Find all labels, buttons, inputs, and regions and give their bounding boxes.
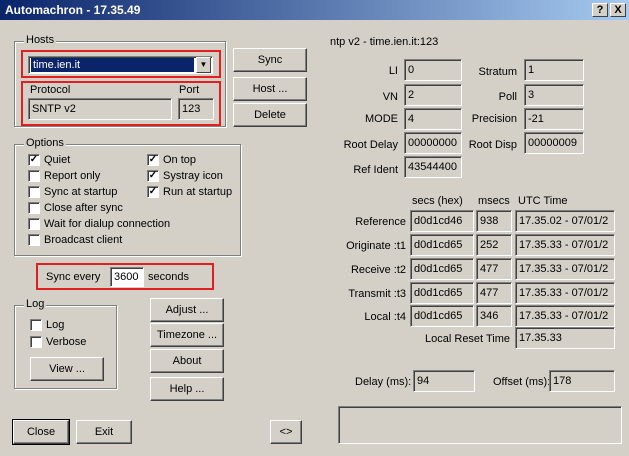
timestamp-utc-field: 17.35.33 - 07/01/2 bbox=[515, 282, 615, 304]
option-checkbox-label: Broadcast client bbox=[44, 234, 123, 246]
root-disp-field: 00000009 bbox=[524, 132, 584, 154]
timestamp-row-label: Reference bbox=[355, 216, 406, 228]
toggle-panel-button[interactable]: <> bbox=[270, 420, 302, 444]
mode-field: 4 bbox=[404, 108, 462, 130]
timestamp-utc-field: 17.35.02 - 07/01/2 bbox=[515, 210, 615, 232]
timestamp-row-label: Originate :t1 bbox=[346, 240, 406, 252]
timestamp-msecs-field: 938 bbox=[476, 210, 512, 232]
root-disp-label: Root Disp bbox=[468, 139, 517, 151]
ref-ident-field: 43544400 bbox=[404, 156, 462, 178]
precision-field: -21 bbox=[524, 108, 584, 130]
msecs-column-header: msecs bbox=[478, 195, 510, 207]
option-checkbox[interactable] bbox=[28, 186, 40, 198]
timestamp-utc-field: 17.35.33 - 07/01/2 bbox=[515, 258, 615, 280]
option-checkbox[interactable]: ✓ bbox=[147, 186, 159, 198]
timestamp-secs-field: d0d1cd65 bbox=[410, 234, 474, 256]
option-checkbox-label: Report only bbox=[44, 170, 101, 182]
option-checkbox-label: Systray icon bbox=[163, 170, 223, 182]
timestamp-msecs-field: 477 bbox=[476, 282, 512, 304]
option-checkbox-label: Run at startup bbox=[163, 186, 233, 198]
secs-column-header: secs (hex) bbox=[412, 195, 463, 207]
poll-field: 3 bbox=[524, 84, 584, 106]
root-delay-field: 00000000 bbox=[404, 132, 462, 154]
vn-field: 2 bbox=[404, 84, 462, 106]
option-checkbox[interactable]: ✓ bbox=[147, 170, 159, 182]
poll-label: Poll bbox=[498, 91, 517, 103]
stratum-label: Stratum bbox=[478, 66, 517, 78]
host-select[interactable]: time.ien.it ▼ bbox=[28, 56, 213, 74]
sync-every-label: Sync every bbox=[46, 271, 101, 283]
utc-column-header: UTC Time bbox=[518, 195, 568, 207]
timestamp-row-label: Local :t4 bbox=[364, 311, 406, 323]
timestamp-utc-field: 17.35.33 - 07/01/2 bbox=[515, 305, 615, 327]
vn-label: VN bbox=[382, 91, 398, 103]
help-button[interactable]: Help ... bbox=[150, 377, 224, 401]
option-checkbox-label: Close after sync bbox=[44, 202, 123, 214]
option-checkbox[interactable]: ✓ bbox=[28, 154, 40, 166]
timestamp-msecs-field: 346 bbox=[476, 305, 512, 327]
options-group-label: Options bbox=[24, 137, 66, 149]
option-checkbox-label: Sync at startup bbox=[44, 186, 118, 198]
timestamp-secs-field: d0d1cd46 bbox=[410, 210, 474, 232]
option-checkbox[interactable] bbox=[28, 218, 40, 230]
log-group-label: Log bbox=[24, 298, 47, 310]
verbose-checkbox-label: Verbose bbox=[46, 336, 87, 348]
option-checkbox[interactable] bbox=[28, 170, 40, 182]
about-button[interactable]: About bbox=[150, 349, 224, 373]
timestamp-msecs-field: 252 bbox=[476, 234, 512, 256]
exit-button[interactable]: Exit bbox=[76, 420, 132, 444]
adjust-button[interactable]: Adjust ... bbox=[150, 298, 224, 322]
mode-label: MODE bbox=[365, 113, 398, 125]
timestamp-msecs-field: 477 bbox=[476, 258, 512, 280]
verbose-checkbox[interactable] bbox=[30, 336, 42, 348]
option-checkbox[interactable] bbox=[28, 202, 40, 214]
timestamp-utc-field: 17.35.33 - 07/01/2 bbox=[515, 234, 615, 256]
ntp-header: ntp v2 - time.ien.it:123 bbox=[330, 36, 439, 48]
ref-ident-label: Ref Ident bbox=[353, 164, 398, 176]
option-checkbox[interactable]: ✓ bbox=[147, 154, 159, 166]
status-panel bbox=[338, 406, 622, 444]
offset-field: 178 bbox=[549, 370, 615, 392]
li-field: 0 bbox=[404, 59, 462, 81]
protocol-field: SNTP v2 bbox=[28, 98, 172, 120]
stratum-field: 1 bbox=[524, 59, 584, 81]
timestamp-row-label: Transmit :t3 bbox=[348, 288, 406, 300]
port-field: 123 bbox=[178, 98, 214, 120]
sync-every-unit: seconds bbox=[148, 271, 189, 283]
port-label: Port bbox=[179, 84, 200, 96]
delete-button[interactable]: Delete bbox=[233, 103, 307, 127]
offset-label: Offset (ms): bbox=[493, 376, 551, 388]
timestamp-row-label: Receive :t2 bbox=[350, 264, 406, 276]
local-reset-field: 17.35.33 bbox=[515, 327, 615, 349]
title-bar: Automachron - 17.35.49 ? X bbox=[0, 0, 629, 20]
hosts-group-label: Hosts bbox=[24, 34, 57, 46]
timezone-button[interactable]: Timezone ... bbox=[150, 323, 224, 347]
chevron-down-icon[interactable]: ▼ bbox=[196, 57, 211, 73]
option-checkbox-label: Wait for dialup connection bbox=[44, 218, 171, 230]
close-button[interactable]: Close bbox=[12, 419, 70, 445]
view-log-button[interactable]: View ... bbox=[30, 357, 104, 381]
protocol-label: Protocol bbox=[30, 84, 71, 96]
close-title-button[interactable]: X bbox=[610, 3, 626, 17]
timestamp-secs-field: d0d1cd65 bbox=[410, 258, 474, 280]
delay-field: 94 bbox=[413, 370, 475, 392]
timestamp-secs-field: d0d1cd65 bbox=[410, 305, 474, 327]
timestamp-secs-field: d0d1cd65 bbox=[410, 282, 474, 304]
local-reset-label: Local Reset Time bbox=[425, 333, 510, 345]
sync-button[interactable]: Sync bbox=[233, 48, 307, 72]
precision-label: Precision bbox=[471, 113, 517, 125]
log-checkbox-label: Log bbox=[46, 319, 65, 331]
window-title: Automachron - 17.35.49 bbox=[5, 3, 141, 17]
option-checkbox[interactable] bbox=[28, 234, 40, 246]
option-checkbox-label: Quiet bbox=[44, 154, 71, 166]
li-label: LI bbox=[388, 65, 398, 77]
root-delay-label: Root Delay bbox=[343, 139, 398, 151]
host-select-value: time.ien.it bbox=[31, 58, 194, 72]
delay-label: Delay (ms): bbox=[355, 376, 412, 388]
host-button[interactable]: Host ... bbox=[233, 77, 307, 101]
sync-interval-input[interactable]: 3600 bbox=[110, 267, 144, 287]
option-checkbox-label: On top bbox=[163, 154, 197, 166]
help-title-button[interactable]: ? bbox=[592, 3, 608, 17]
log-checkbox[interactable] bbox=[30, 319, 42, 331]
